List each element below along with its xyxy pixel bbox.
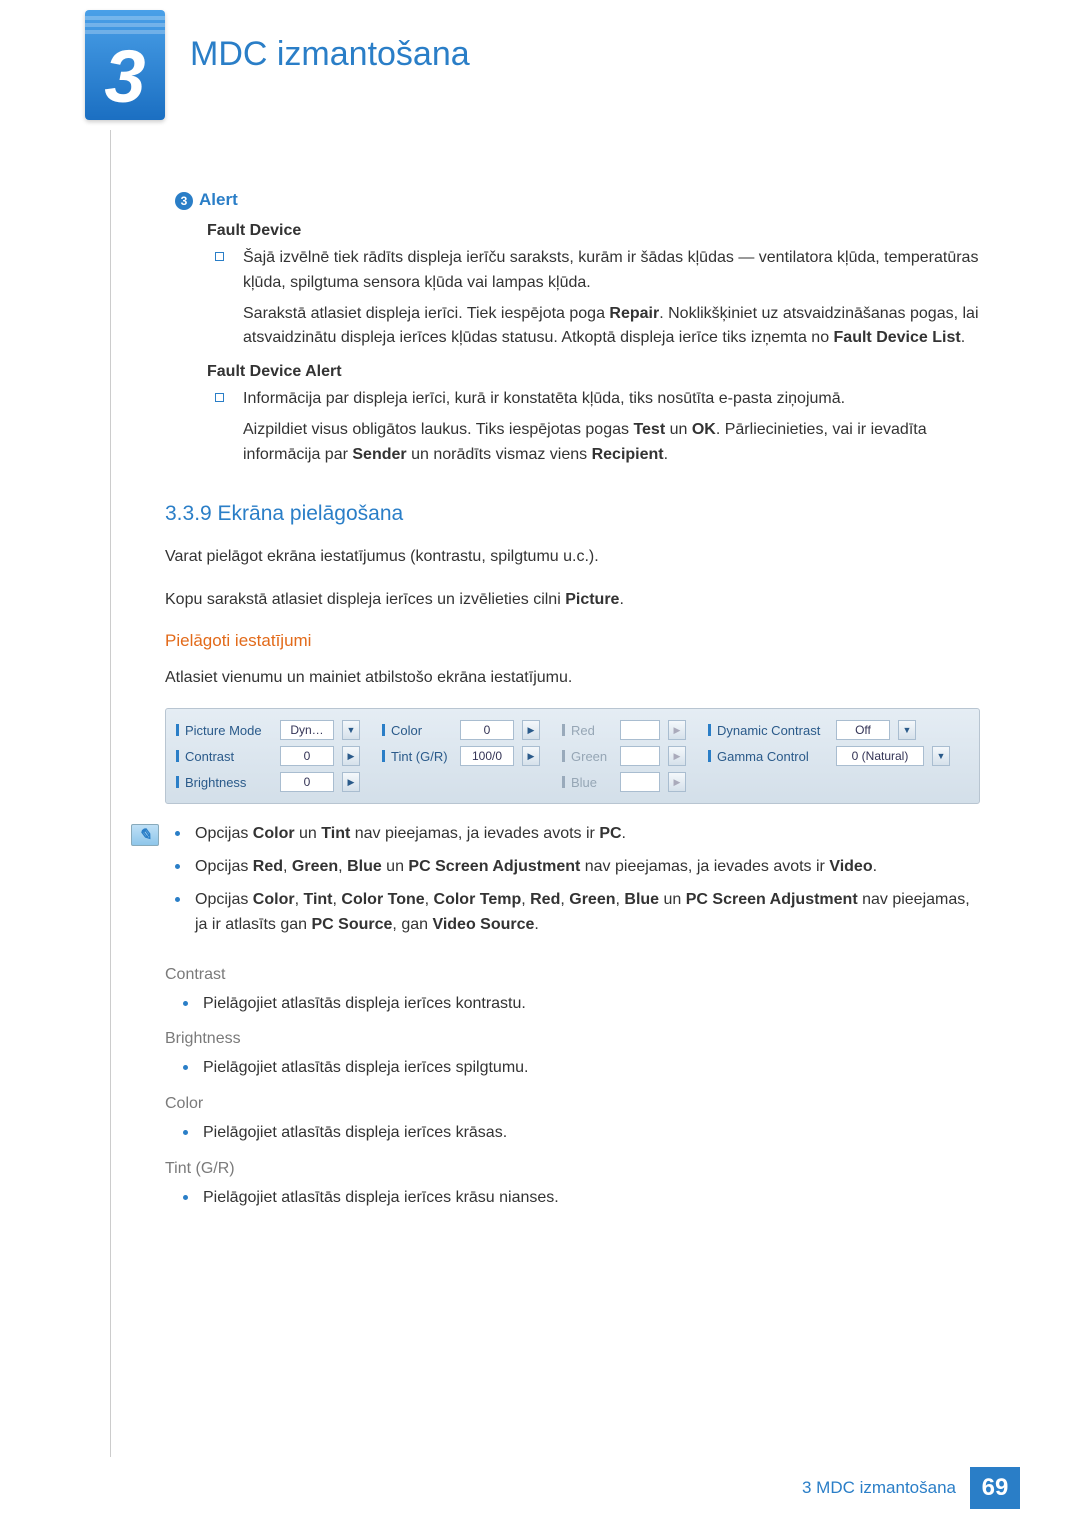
tint-desc: Pielāgojiet atlasītās displeja ierīces k… xyxy=(179,1186,980,1211)
brightness-field[interactable]: 0 xyxy=(280,772,334,792)
note-list: Opcijas Color un Tint nav pieejamas, ja … xyxy=(171,822,980,945)
text: Šajā izvēlnē tiek rādīts displeja ierīču… xyxy=(243,249,978,291)
text: Sarakstā atlasiet displeja ierīci. Tiek … xyxy=(243,305,609,322)
gamma-label: Gamma Control xyxy=(708,749,828,764)
footer-text: 3 MDC izmantošana xyxy=(802,1478,956,1498)
note-item: Opcijas Color un Tint nav pieejamas, ja … xyxy=(171,822,980,847)
settings-row-1: Picture Mode Dyn… ▼ Color 0 ▶ Red ▶ Dynami… xyxy=(176,717,969,743)
fault-alert-bullet: Informācija par displeja ierīci, kurā ir… xyxy=(215,387,980,412)
bold: Fault Device List xyxy=(834,329,961,346)
custom-settings-para: Atlasiet vienumu un mainiet atbilstošo e… xyxy=(165,665,980,691)
section-title: 3.3.9 Ekrāna pielāgošana xyxy=(165,502,980,526)
fault-alert-heading: Fault Device Alert xyxy=(207,363,980,381)
bold: Test xyxy=(633,421,665,438)
spinner-button[interactable]: ▶ xyxy=(522,720,540,740)
color-heading: Color xyxy=(165,1095,980,1113)
alert-title: Alert xyxy=(199,190,238,209)
text: un norādīts vismaz viens xyxy=(407,446,592,463)
left-rule xyxy=(110,130,111,1457)
dropdown-button[interactable]: ▼ xyxy=(898,720,916,740)
brightness-desc: Pielāgojiet atlasītās displeja ierīces s… xyxy=(179,1056,980,1081)
note-item: Opcijas Color, Tint, Color Tone, Color T… xyxy=(171,888,980,938)
bold: Sender xyxy=(352,446,406,463)
bold: Picture xyxy=(565,591,619,608)
alert-badge: 3 xyxy=(175,192,193,210)
color-field[interactable]: 0 xyxy=(460,720,514,740)
tint-field[interactable]: 100/0 xyxy=(460,746,514,766)
note-block: ✎ Opcijas Color un Tint nav pieejamas, j… xyxy=(131,822,980,945)
text: Informācija par displeja ierīci, kurā ir… xyxy=(243,390,845,407)
spinner-button: ▶ xyxy=(668,746,686,766)
blue-field xyxy=(620,772,660,792)
text: . xyxy=(664,446,668,463)
text: Aizpildiet visus obligātos laukus. Tiks … xyxy=(243,421,633,438)
picture-mode-label: Picture Mode xyxy=(176,723,272,738)
text: un xyxy=(665,421,692,438)
footer: 3 MDC izmantošana 69 xyxy=(802,1467,1020,1509)
content: 3 Alert Fault Device Šajā izvēlnē tiek rā… xyxy=(175,190,980,1225)
fault-device-heading: Fault Device xyxy=(207,222,980,240)
picture-mode-field[interactable]: Dyn… xyxy=(280,720,334,740)
brightness-label: Brightness xyxy=(176,775,272,790)
fault-alert-para: Aizpildiet visus obligātos laukus. Tiks … xyxy=(243,418,980,468)
spinner-button[interactable]: ▶ xyxy=(522,746,540,766)
contrast-label: Contrast xyxy=(176,749,272,764)
green-label: Green xyxy=(562,749,612,764)
page: 3 MDC izmantošana 3 Alert Fault Device Ša… xyxy=(0,0,1080,1527)
custom-settings-heading: Pielāgoti iestatījumi xyxy=(165,631,980,651)
dropdown-button[interactable]: ▼ xyxy=(342,720,360,740)
section-intro2: Kopu sarakstā atlasiet displeja ierīces … xyxy=(165,587,980,613)
settings-panel: Picture Mode Dyn… ▼ Color 0 ▶ Red ▶ Dynami… xyxy=(165,708,980,804)
spinner-button[interactable]: ▶ xyxy=(342,772,360,792)
text: Kopu sarakstā atlasiet displeja ierīces … xyxy=(165,591,565,608)
red-field xyxy=(620,720,660,740)
spinner-button: ▶ xyxy=(668,720,686,740)
spinner-button[interactable]: ▶ xyxy=(342,746,360,766)
tint-heading: Tint (G/R) xyxy=(165,1160,980,1178)
fault-device-para: Sarakstā atlasiet displeja ierīci. Tiek … xyxy=(243,302,980,352)
green-field xyxy=(620,746,660,766)
dynamic-contrast-field[interactable]: Off xyxy=(836,720,890,740)
dynamic-contrast-label: Dynamic Contrast xyxy=(708,723,828,738)
text: . xyxy=(961,329,965,346)
text: . xyxy=(619,591,623,608)
chapter-number: 3 xyxy=(85,37,165,117)
bold: OK xyxy=(692,421,716,438)
section-intro1: Varat pielāgot ekrāna iestatījumus (kont… xyxy=(165,544,980,570)
spinner-button: ▶ xyxy=(668,772,686,792)
note-item: Opcijas Red, Green, Blue un PC Screen Ad… xyxy=(171,855,980,880)
chapter-title: MDC izmantošana xyxy=(190,35,470,74)
fault-device-bullet: Šajā izvēlnē tiek rādīts displeja ierīču… xyxy=(215,246,980,296)
alert-heading: 3 Alert xyxy=(175,190,980,210)
brightness-heading: Brightness xyxy=(165,1030,980,1048)
settings-row-2: Contrast 0 ▶ Tint (G/R) 100/0 ▶ Green ▶ Ga… xyxy=(176,743,969,769)
dropdown-button[interactable]: ▼ xyxy=(932,746,950,766)
red-label: Red xyxy=(562,723,612,738)
chapter-badge: 3 xyxy=(85,10,165,120)
settings-row-3: Brightness 0▶ x ▶ Blue ▶ xyxy=(176,769,969,795)
bold: Recipient xyxy=(592,446,664,463)
color-desc: Pielāgojiet atlasītās displeja ierīces k… xyxy=(179,1121,980,1146)
page-number: 69 xyxy=(970,1467,1020,1509)
bold: Repair xyxy=(609,305,659,322)
contrast-desc: Pielāgojiet atlasītās displeja ierīces k… xyxy=(179,992,980,1017)
contrast-field[interactable]: 0 xyxy=(280,746,334,766)
contrast-heading: Contrast xyxy=(165,966,980,984)
blue-label: Blue xyxy=(562,775,612,790)
tint-label: Tint (G/R) xyxy=(382,749,452,764)
gamma-field[interactable]: 0 (Natural) xyxy=(836,746,924,766)
color-label: Color xyxy=(382,723,452,738)
note-icon: ✎ xyxy=(131,824,159,846)
